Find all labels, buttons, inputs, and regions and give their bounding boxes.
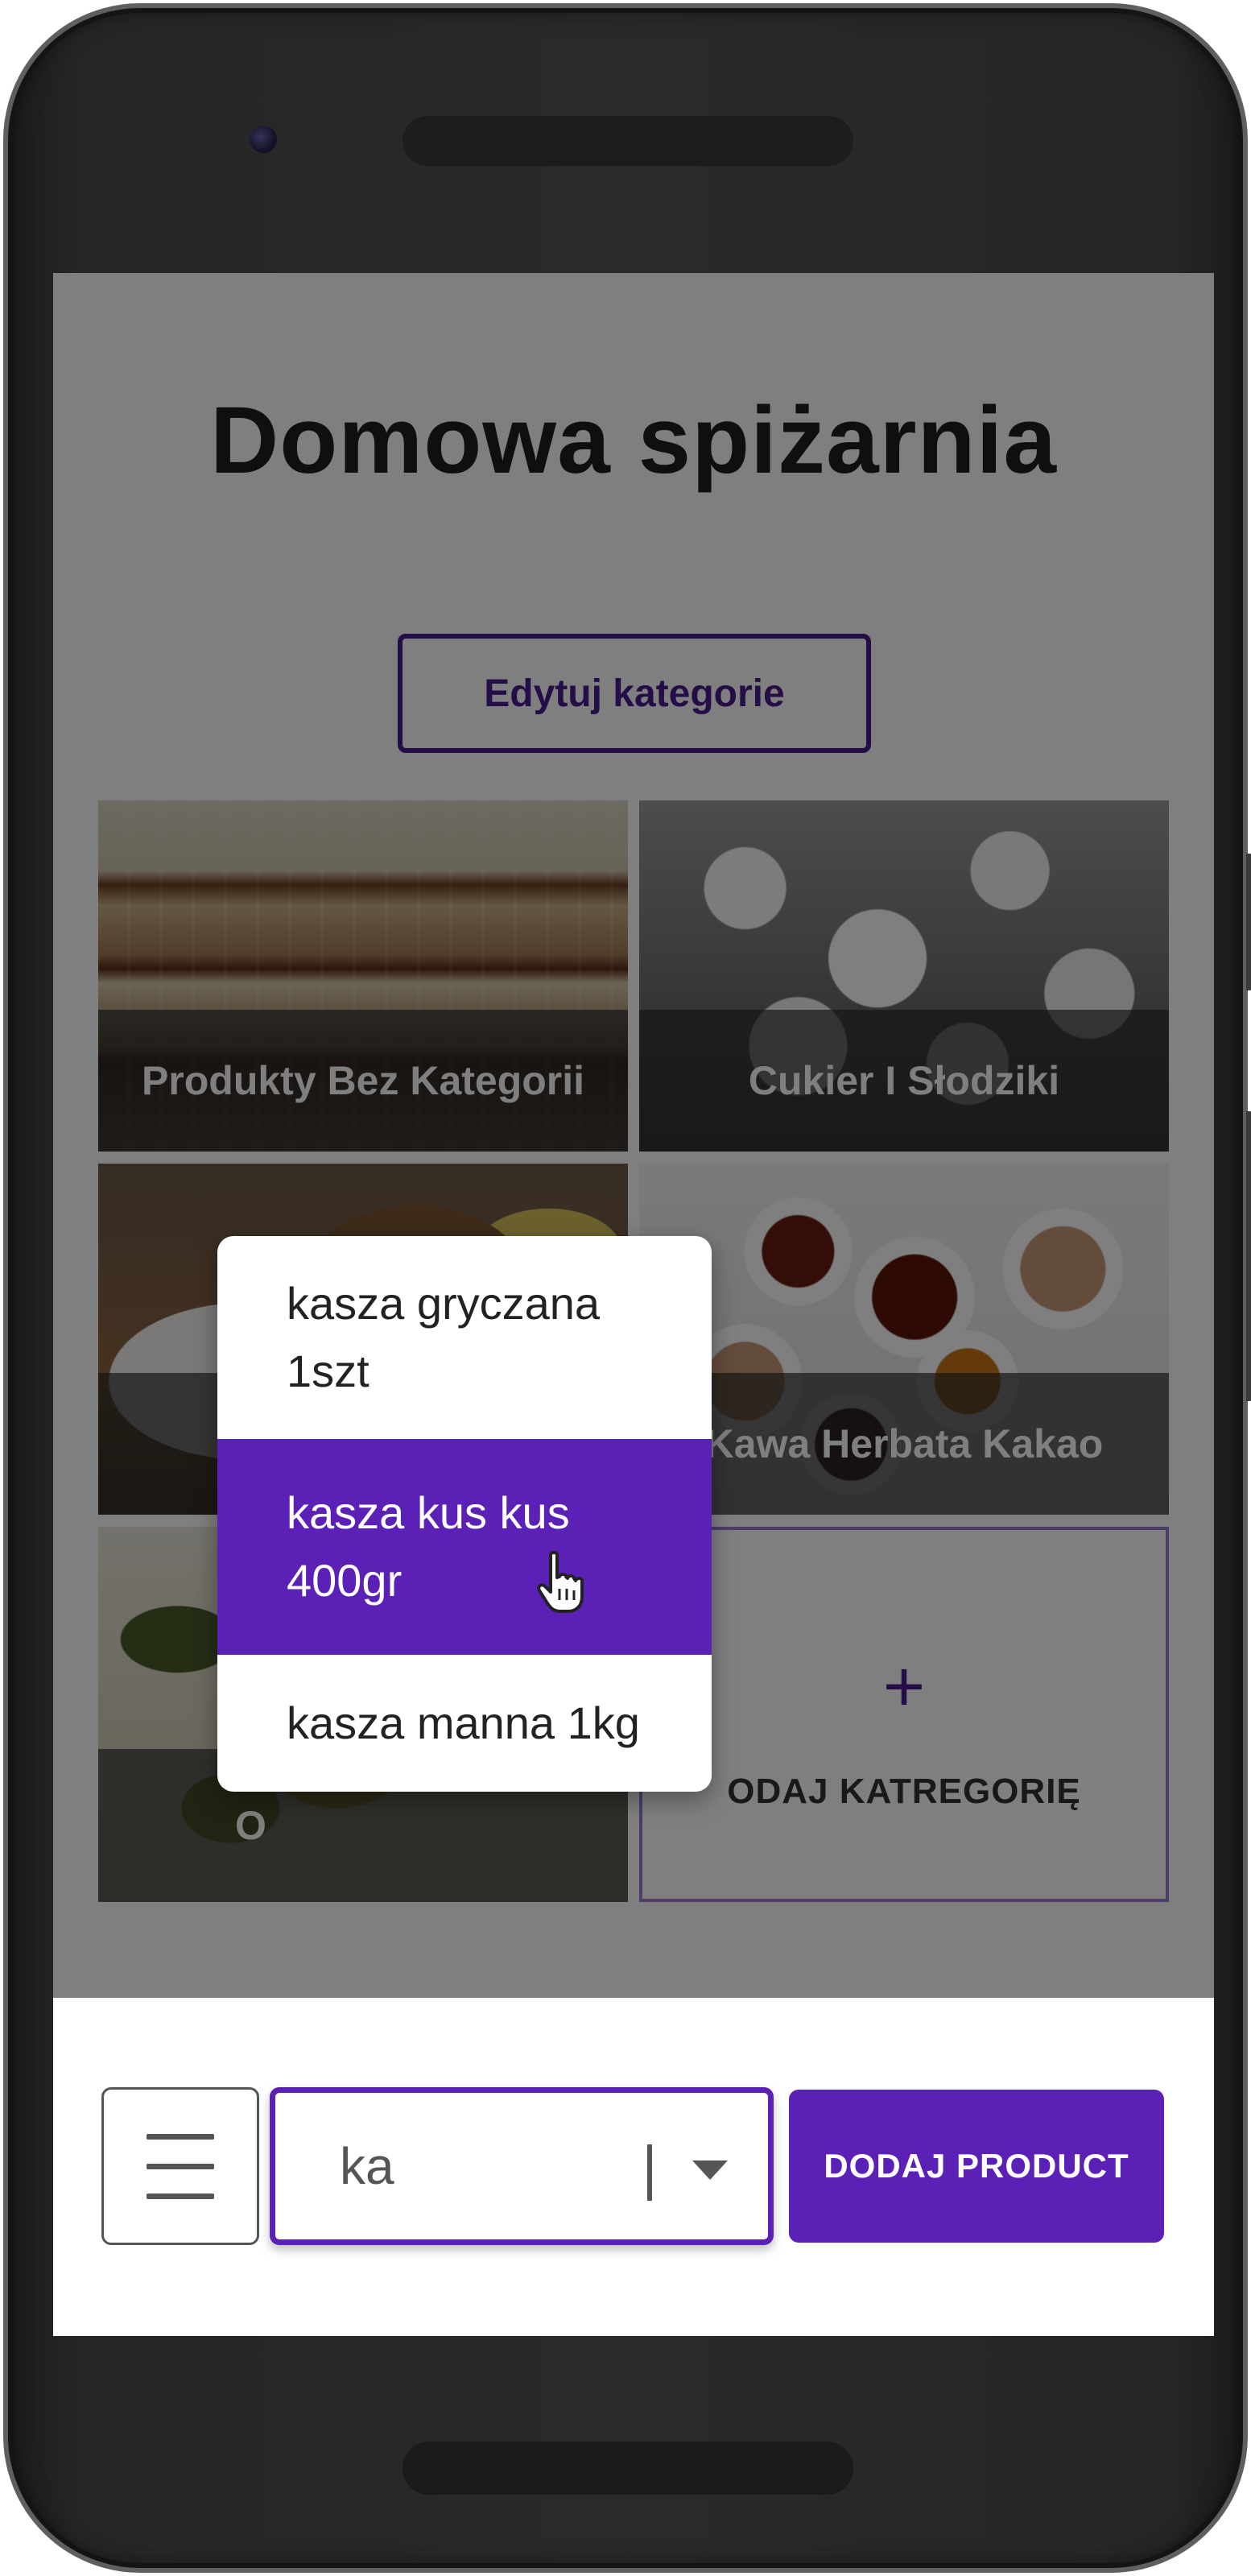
- earpiece-speaker: [403, 116, 853, 166]
- input-separator: [647, 2144, 652, 2201]
- front-camera: [250, 126, 277, 153]
- chevron-down-icon[interactable]: [692, 2160, 728, 2180]
- hamburger-icon-line: [147, 2163, 214, 2169]
- add-product-button[interactable]: DODAJ PRODUCT: [789, 2090, 1164, 2243]
- dropdown-option-highlighted[interactable]: kasza kus kus 400gr: [217, 1439, 712, 1655]
- search-input[interactable]: ka: [340, 2093, 394, 2239]
- bottom-speaker: [403, 2442, 853, 2495]
- dropdown-option[interactable]: kasza gryczana 1szt: [217, 1236, 712, 1439]
- volume-button: [1246, 1111, 1251, 1401]
- hamburger-icon-line: [147, 2133, 214, 2140]
- hand-pointer-icon: [537, 1551, 584, 1613]
- option-line: 400gr: [287, 1555, 403, 1606]
- option-line: kasza manna 1kg: [287, 1697, 640, 1748]
- option-line: kasza kus kus: [287, 1487, 570, 1538]
- option-line: kasza gryczana: [287, 1278, 601, 1329]
- option-line: 1szt: [287, 1346, 370, 1396]
- bottom-toolbar: ka DODAJ PRODUCT: [53, 1998, 1214, 2336]
- hamburger-icon-line: [147, 2193, 214, 2199]
- autocomplete-dropdown: kasza gryczana 1szt kasza kus kus 400gr ka…: [217, 1236, 712, 1792]
- product-search-combobox[interactable]: ka: [270, 2087, 774, 2245]
- power-button: [1246, 854, 1251, 990]
- menu-button[interactable]: [101, 2087, 259, 2245]
- dropdown-option[interactable]: kasza manna 1kg: [217, 1655, 712, 1792]
